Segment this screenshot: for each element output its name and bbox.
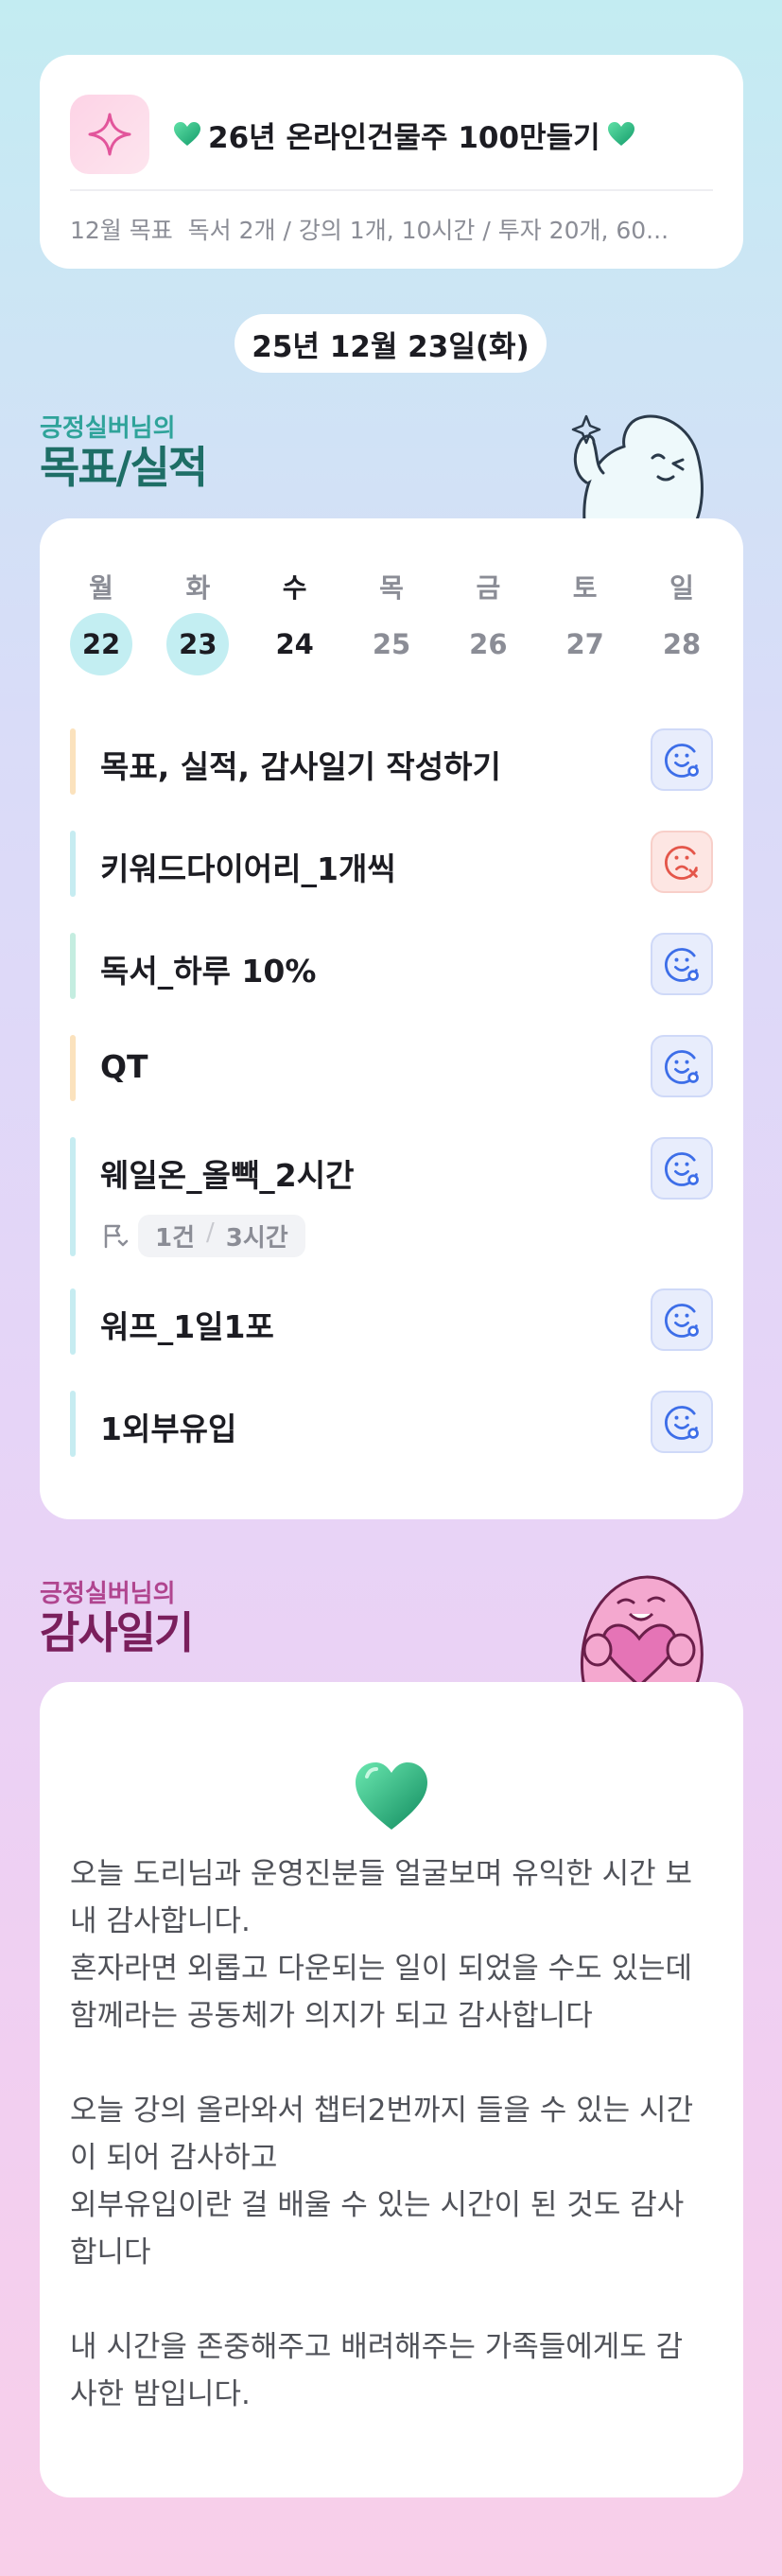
smile-face-icon[interactable] bbox=[651, 1288, 713, 1351]
month-goal: 12월 목표 독서 2개 / 강의 1개, 10시간 / 투자 20개, 60.… bbox=[70, 212, 713, 246]
mascot-character bbox=[571, 414, 704, 522]
weekday-label: 목 bbox=[379, 572, 404, 604]
task-progress-chip: 1건 / 3시간 bbox=[138, 1214, 305, 1257]
green-heart-icon bbox=[607, 122, 634, 146]
day-number: 23 bbox=[166, 613, 230, 675]
task-item[interactable]: QT bbox=[70, 1035, 713, 1103]
smile-face-icon[interactable] bbox=[651, 933, 713, 995]
task-time: 3시간 bbox=[225, 1223, 288, 1253]
task-color-bar bbox=[70, 933, 76, 999]
sad-face-icon[interactable] bbox=[651, 831, 713, 893]
green-heart-icon bbox=[356, 1762, 427, 1830]
day-number: 25 bbox=[372, 628, 411, 660]
task-name: 독서_하루 10% bbox=[100, 953, 317, 990]
task-name: 워프_1일1포 bbox=[100, 1308, 274, 1345]
day-number: 27 bbox=[565, 628, 604, 660]
task-color-bar bbox=[70, 1288, 76, 1355]
task-item[interactable]: 키워드다이어리_1개씩 bbox=[70, 831, 713, 899]
smile-face-icon[interactable] bbox=[651, 1137, 713, 1200]
divider bbox=[70, 189, 713, 191]
task-color-bar bbox=[70, 831, 76, 897]
day-number: 26 bbox=[469, 628, 508, 660]
diary-text: 오늘 도리님과 운영진분들 얼굴보며 유익한 시간 보내 감사합니다. 혼자라면… bbox=[70, 1857, 694, 2411]
task-name: 웨일온_올빽_2시간 bbox=[100, 1157, 355, 1194]
task-name: 목표, 실적, 감사일기 작성하기 bbox=[100, 748, 501, 785]
day-number: 28 bbox=[662, 628, 702, 660]
task-item[interactable]: 목표, 실적, 감사일기 작성하기 bbox=[70, 728, 713, 797]
sparkle-star-icon bbox=[70, 95, 149, 174]
weekday-label: 일 bbox=[669, 572, 694, 604]
mascot-heart-character bbox=[581, 1575, 704, 1686]
task-meta: 1건 / 3시간 bbox=[100, 1214, 305, 1257]
flag-icon bbox=[104, 1224, 129, 1249]
green-heart-icon bbox=[174, 122, 200, 146]
day-number: 24 bbox=[275, 628, 314, 660]
goal-title: 26년 온라인건물주 100만들기 bbox=[172, 115, 721, 155]
day-number: 22 bbox=[70, 613, 132, 675]
task-item[interactable]: 워프_1일1포 bbox=[70, 1288, 713, 1357]
task-item[interactable]: 독서_하루 10% bbox=[70, 933, 713, 1001]
week-strip: 월 22 화 23 수 24 목 25 금 26 토 27 일 28 bbox=[70, 568, 713, 719]
separator: / bbox=[206, 1218, 215, 1247]
date-selector[interactable]: 25년 12월 23일(화) bbox=[235, 314, 547, 373]
task-count: 1건 bbox=[155, 1223, 196, 1253]
goal-title-text: 26년 온라인건물주 100만들기 bbox=[208, 120, 600, 155]
weekday-label: 월 bbox=[89, 572, 113, 604]
weekday-label: 금 bbox=[476, 572, 501, 604]
gratitude-diary-card: 오늘 도리님과 운영진분들 얼굴보며 유익한 시간 보내 감사합니다. 혼자라면… bbox=[40, 1682, 743, 2497]
task-color-bar bbox=[70, 1137, 76, 1256]
task-color-bar bbox=[70, 1391, 76, 1457]
smile-face-icon[interactable] bbox=[651, 728, 713, 791]
task-item[interactable]: 웨일온_올빽_2시간 1건 / 3시간 bbox=[70, 1137, 713, 1257]
diary-section-title: 감사일기 bbox=[40, 1607, 194, 1658]
weekday-label: 수 bbox=[282, 572, 307, 604]
task-color-bar bbox=[70, 728, 76, 795]
task-name: 키워드다이어리_1개씩 bbox=[100, 850, 396, 887]
task-color-bar bbox=[70, 1035, 76, 1101]
month-goal-label: 12월 목표 bbox=[70, 217, 173, 244]
goals-card: 월 22 화 23 수 24 목 25 금 26 토 27 일 28 목표, 실적, 감사일기 작성하기키… bbox=[40, 518, 743, 1519]
smile-face-icon[interactable] bbox=[651, 1035, 713, 1097]
smile-face-icon[interactable] bbox=[651, 1391, 713, 1453]
task-item[interactable]: 1외부유입 bbox=[70, 1391, 713, 1459]
weekday-label: 화 bbox=[185, 572, 211, 604]
task-name: 1외부유입 bbox=[100, 1411, 237, 1447]
weekday-label: 토 bbox=[572, 572, 598, 604]
goals-section-title: 목표/실적 bbox=[40, 442, 208, 493]
task-name: QT bbox=[100, 1048, 148, 1085]
month-goal-text: 독서 2개 / 강의 1개, 10시간 / 투자 20개, 60... bbox=[187, 217, 669, 244]
goal-card[interactable]: 26년 온라인건물주 100만들기 12월 목표 독서 2개 / 강의 1개, … bbox=[40, 55, 743, 269]
